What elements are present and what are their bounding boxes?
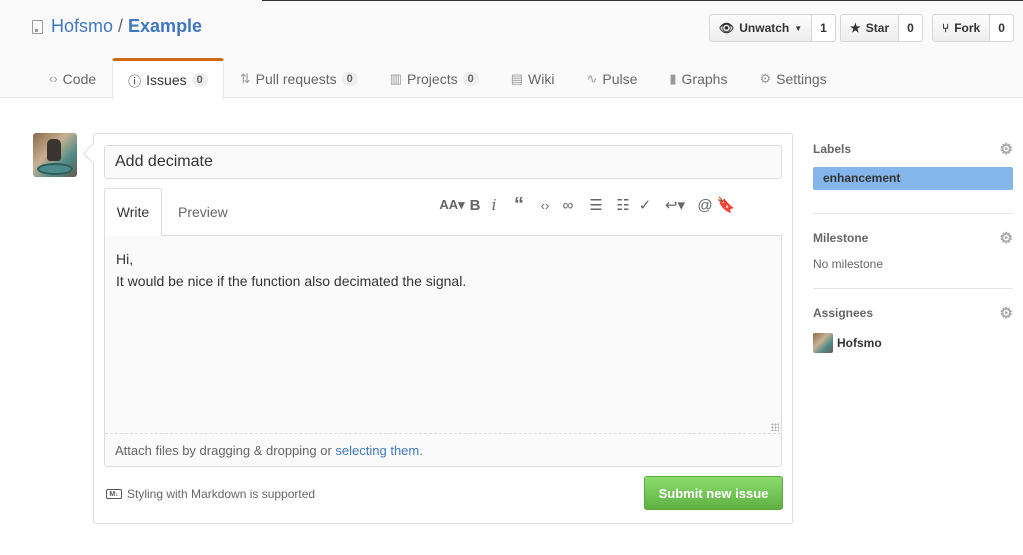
repo-icon	[32, 19, 43, 34]
labels-heading[interactable]: Labels ⚙	[813, 140, 1013, 158]
code-icon: ‹›	[49, 71, 58, 86]
unordered-list-icon[interactable]: ☰	[580, 194, 612, 216]
mention-icon[interactable]: @	[694, 194, 716, 216]
forks-count[interactable]: 0	[990, 14, 1014, 42]
attach-text: Attach files by dragging & dropping or	[115, 443, 336, 458]
gear-icon[interactable]: ⚙	[1000, 140, 1013, 158]
tab-label: Code	[62, 70, 97, 87]
pulse-icon: ∿	[586, 70, 598, 86]
labels-heading-text: Labels	[813, 142, 852, 156]
tab-graphs[interactable]: ▮ Graphs	[653, 58, 743, 98]
assignee-name: Hofsmo	[837, 336, 882, 350]
watchers-count[interactable]: 1	[812, 14, 836, 42]
labels-section: Labels ⚙ enhancement	[813, 140, 1013, 214]
fork-label: Fork	[954, 21, 981, 35]
submit-new-issue-button[interactable]: Submit new issue	[644, 476, 783, 510]
tab-write[interactable]: Write	[104, 188, 162, 236]
book-icon: ▤	[510, 70, 524, 86]
issue-body-text: Hi, It would be nice if the function als…	[116, 251, 467, 289]
tab-preview[interactable]: Preview	[178, 188, 228, 236]
tab-issues[interactable]: ⓘ Issues 0	[112, 58, 224, 99]
avatar-cat	[47, 139, 61, 161]
eye-icon: 👁	[719, 21, 735, 35]
tab-label: Pull requests	[255, 70, 337, 87]
tab-label: Settings	[776, 70, 827, 87]
tab-counter: 0	[341, 71, 358, 86]
tasklist-icon[interactable]: ✓	[634, 194, 656, 216]
fork-button[interactable]: ⑂ Fork	[932, 14, 991, 42]
resize-handle[interactable]	[771, 423, 779, 431]
issue-body-textarea[interactable]: Hi, It would be nice if the function als…	[104, 235, 782, 467]
avatar[interactable]	[33, 133, 77, 177]
file-attach-area[interactable]: Attach files by dragging & dropping or s…	[105, 433, 781, 466]
graph-icon: ▮	[669, 70, 677, 86]
tab-label: Issues	[146, 72, 187, 88]
repo-owner-link[interactable]: Hofsmo	[51, 16, 113, 37]
tab-code[interactable]: ‹› Code	[33, 58, 112, 98]
attach-suffix: .	[419, 443, 423, 458]
unwatch-group: 👁 Unwatch ▼ 1	[709, 14, 836, 42]
gear-icon[interactable]: ⚙	[1000, 304, 1013, 322]
unwatch-button[interactable]: 👁 Unwatch ▼	[709, 14, 813, 42]
text-size-icon[interactable]: AA▾	[438, 194, 466, 216]
star-label: Star	[865, 21, 890, 35]
star-icon: ★	[850, 21, 861, 35]
avatar-plate	[37, 163, 73, 175]
project-icon: ▥	[389, 70, 403, 86]
milestone-value: No milestone	[813, 257, 884, 271]
assignees-heading-text: Assignees	[813, 306, 874, 320]
tab-settings[interactable]: ⚙ Settings	[743, 58, 842, 98]
repo-nav: ‹› Code ⓘ Issues 0 ⇅ Pull requests 0 ▥ Project…	[33, 58, 843, 99]
tab-counter: 0	[191, 73, 208, 87]
tab-projects[interactable]: ▥ Projects 0	[374, 58, 495, 98]
milestone-heading-text: Milestone	[813, 231, 869, 245]
stars-count[interactable]: 0	[899, 14, 923, 42]
milestone-heading[interactable]: Milestone ⚙	[813, 229, 1013, 247]
quote-icon[interactable]: “	[504, 194, 534, 216]
italic-icon[interactable]: i	[484, 194, 504, 216]
gear-icon[interactable]: ⚙	[1000, 229, 1013, 247]
star-button[interactable]: ★ Star	[840, 14, 900, 42]
issue-title-input[interactable]	[104, 145, 782, 179]
tab-counter: 0	[462, 71, 479, 86]
assignees-section: Assignees ⚙ Hofsmo	[813, 289, 1013, 353]
gear-icon: ⚙	[759, 70, 772, 86]
repo-name-link[interactable]: Example	[128, 16, 202, 37]
issue-opened-icon: ⓘ	[128, 73, 142, 89]
repo-title: Hofsmo / Example	[32, 16, 202, 37]
ordered-list-icon[interactable]: ☷	[612, 194, 634, 216]
caret-down-icon: ▼	[794, 23, 803, 33]
markdown-note: M↓ Styling with Markdown is supported	[106, 487, 315, 501]
assignees-heading[interactable]: Assignees ⚙	[813, 304, 1013, 322]
star-group: ★ Star 0	[840, 14, 923, 42]
tab-label: Projects	[407, 70, 458, 87]
bold-icon[interactable]: B	[466, 194, 484, 216]
select-files-link[interactable]: selecting them	[335, 443, 419, 458]
markdown-icon: M↓	[106, 489, 122, 499]
repo-separator: /	[118, 16, 124, 36]
markdown-note-text[interactable]: Styling with Markdown is supported	[127, 487, 315, 501]
tab-wiki[interactable]: ▤ Wiki	[495, 58, 571, 98]
tab-pulse[interactable]: ∿ Pulse	[570, 58, 653, 98]
link-icon[interactable]: ∞	[556, 194, 580, 216]
git-pull-request-icon: ⇅	[239, 70, 251, 86]
label-enhancement: enhancement	[813, 167, 1013, 190]
issue-sidebar: Labels ⚙ enhancement Milestone ⚙ No milest…	[813, 140, 1013, 353]
avatar	[813, 333, 833, 353]
repo-forked-icon: ⑂	[942, 21, 950, 35]
fork-group: ⑂ Fork 0	[932, 14, 1014, 42]
code-icon[interactable]: ‹›	[534, 194, 556, 216]
tab-label: Graphs	[681, 70, 728, 87]
milestone-section: Milestone ⚙ No milestone	[813, 214, 1013, 289]
assignee-item[interactable]: Hofsmo	[813, 333, 1013, 353]
bookmark-icon[interactable]: 🔖	[716, 194, 736, 216]
tab-pull-requests[interactable]: ⇅ Pull requests 0	[224, 58, 374, 98]
reply-icon[interactable]: ↩▾	[656, 194, 694, 216]
tab-label: Wiki	[528, 70, 555, 87]
markdown-toolbar: AA▾ B i “ ‹› ∞ ☰ ☷ ✓ ↩▾ @ 🔖	[438, 194, 736, 216]
tab-label: Pulse	[602, 70, 638, 87]
top-divider	[262, 0, 1023, 1]
unwatch-label: Unwatch	[739, 21, 790, 35]
new-issue-form: Write Preview AA▾ B i “ ‹› ∞ ☰ ☷ ✓ ↩▾ @ …	[93, 133, 793, 524]
